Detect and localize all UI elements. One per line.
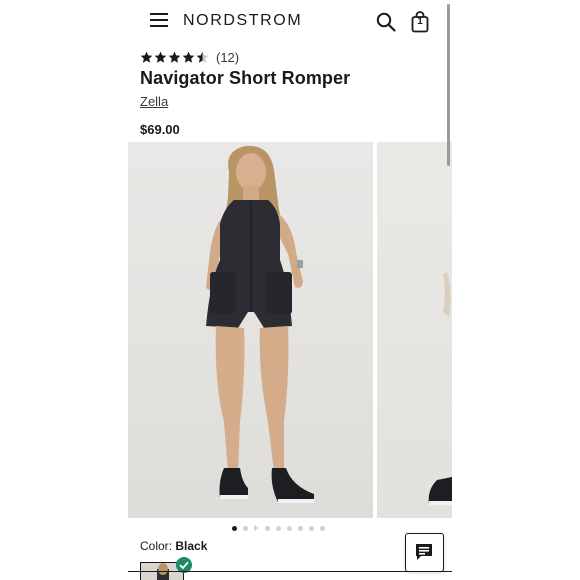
color-selector-label: Color: Black xyxy=(140,539,207,553)
gallery-dot[interactable] xyxy=(309,525,314,531)
bag-count-badge: 1 xyxy=(417,16,423,27)
product-image-gallery[interactable] xyxy=(128,142,452,518)
color-label: Color: xyxy=(140,539,173,553)
product-title: Navigator Short Romper xyxy=(140,68,351,88)
page-scrollbar[interactable] xyxy=(447,4,450,166)
gallery-dot[interactable] xyxy=(276,525,281,531)
star-icon xyxy=(182,51,195,63)
shopping-bag-icon[interactable]: 1 xyxy=(411,11,429,33)
chat-icon[interactable] xyxy=(405,533,444,572)
selected-color-name: Black xyxy=(175,539,208,553)
star-icon xyxy=(196,51,209,63)
product-rating[interactable]: (12) xyxy=(140,49,239,65)
gallery-dot[interactable] xyxy=(265,525,270,531)
gallery-dot[interactable] xyxy=(320,525,325,531)
gallery-dot[interactable] xyxy=(243,525,248,531)
star-icon xyxy=(168,51,181,63)
product-page: NORDSTROM 1 (12) Navigator Short Romper … xyxy=(128,0,452,580)
gallery-dot[interactable] xyxy=(232,525,237,531)
gallery-dot[interactable] xyxy=(287,525,292,531)
star-icon xyxy=(154,51,167,63)
header: NORDSTROM 1 xyxy=(128,0,452,44)
brand-logo[interactable]: NORDSTROM xyxy=(183,12,302,30)
product-price: $69.00 xyxy=(140,122,180,137)
divider xyxy=(128,571,452,572)
review-count[interactable]: (12) xyxy=(216,50,239,65)
menu-icon[interactable] xyxy=(150,13,168,29)
product-image-main[interactable] xyxy=(128,142,373,518)
video-indicator[interactable] xyxy=(254,525,259,531)
product-image-next[interactable] xyxy=(377,142,452,518)
rating-stars xyxy=(140,51,209,64)
gallery-dot[interactable] xyxy=(298,525,303,531)
gallery-pagination xyxy=(232,525,325,531)
search-icon[interactable] xyxy=(376,12,396,32)
star-icon xyxy=(140,51,153,63)
brand-link[interactable]: Zella xyxy=(140,94,168,109)
